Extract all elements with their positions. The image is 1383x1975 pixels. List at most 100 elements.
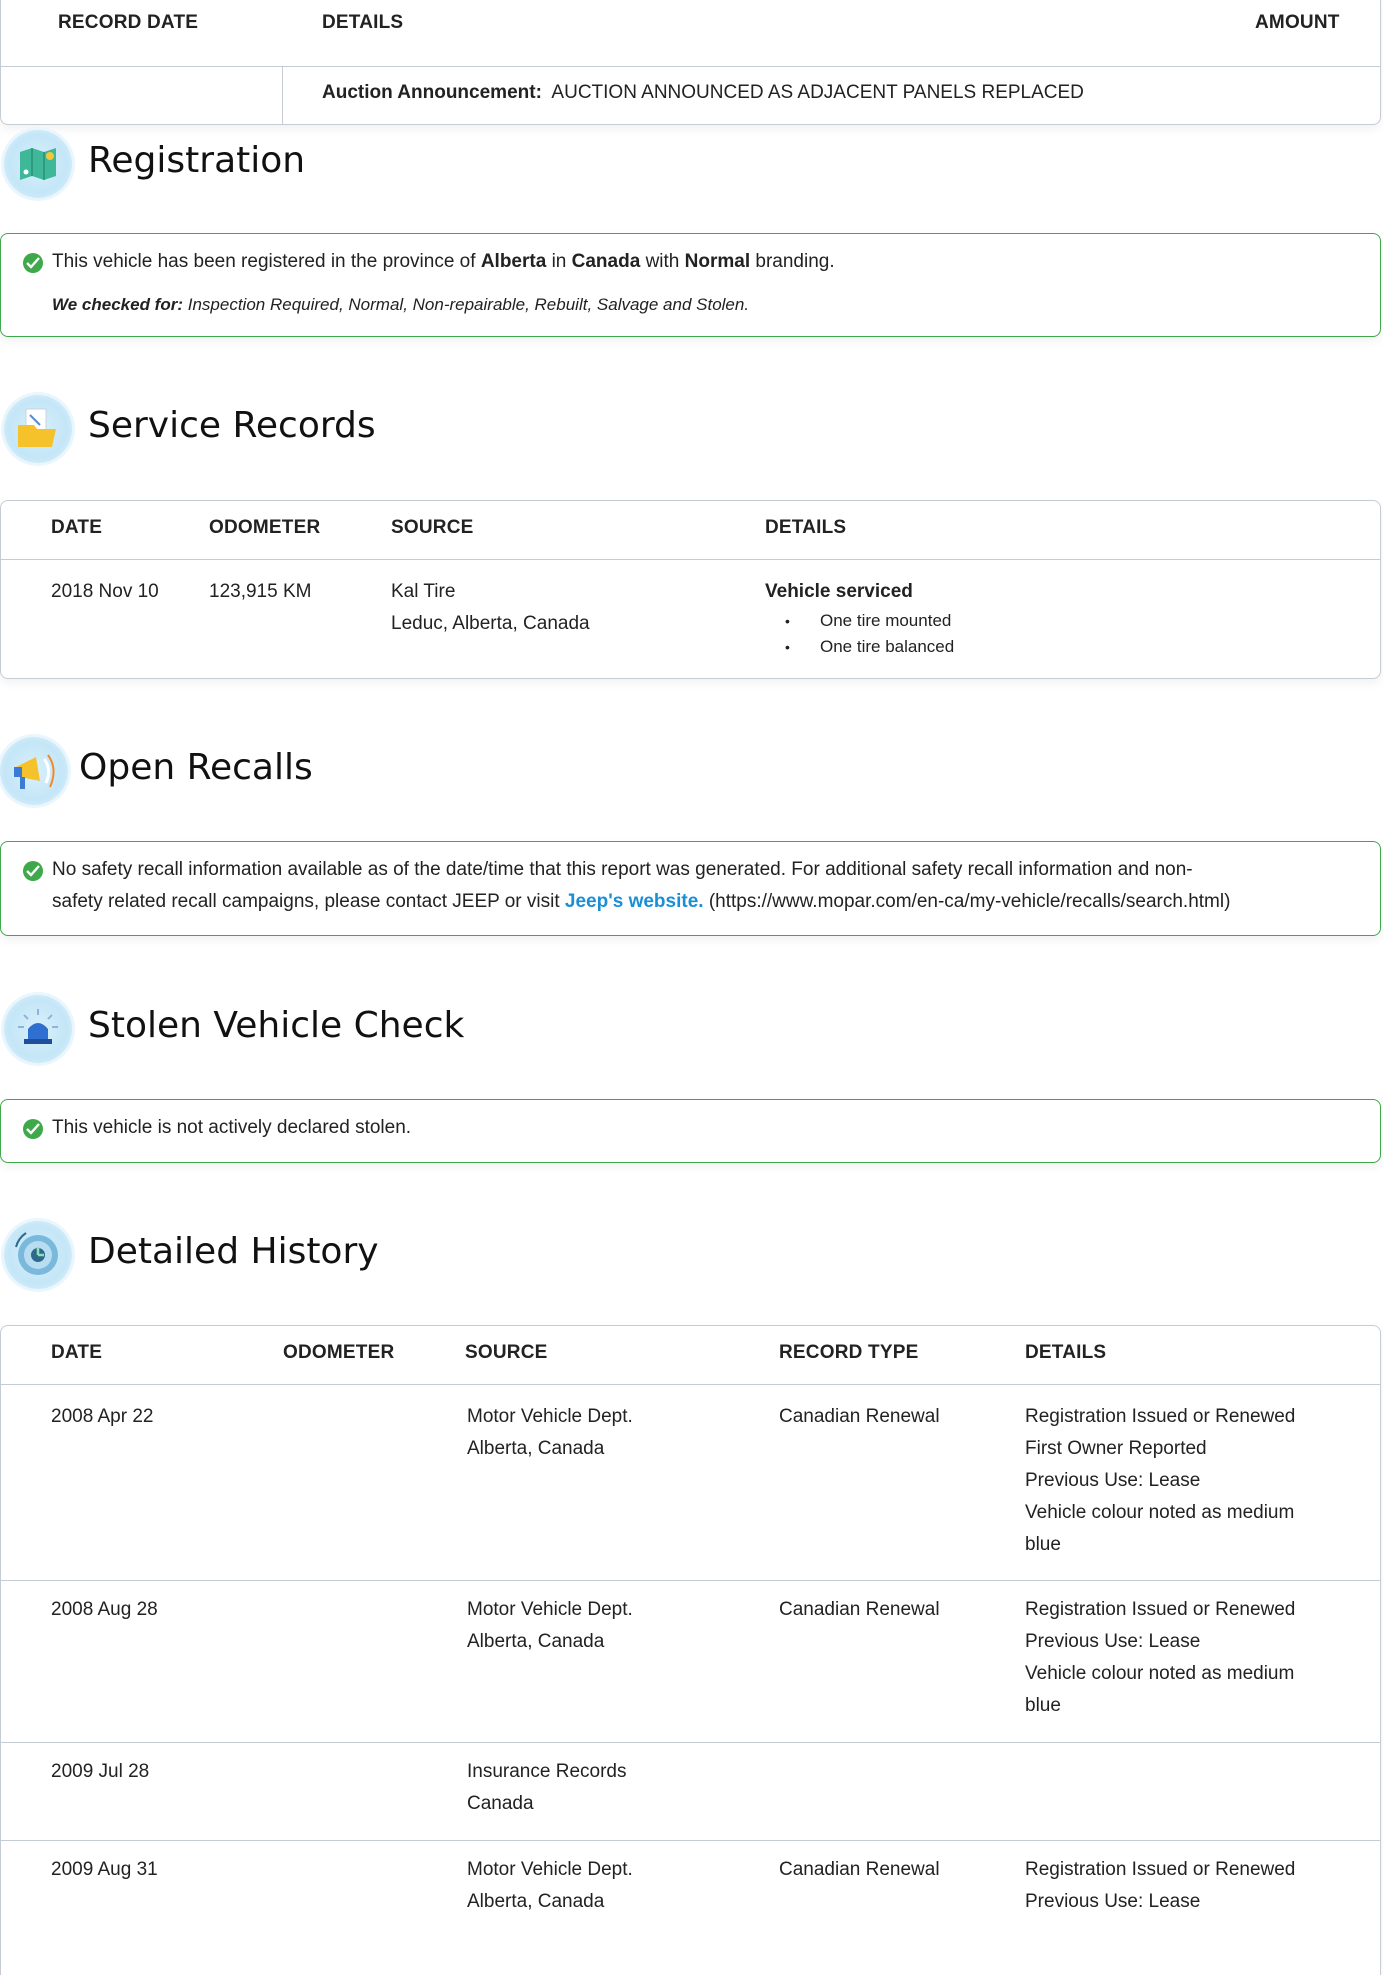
detailed-history-table: DATE ODOMETER SOURCE RECORD TYPE DETAILS… bbox=[0, 1325, 1381, 1975]
col-header-odometer: ODOMETER bbox=[283, 1342, 395, 1363]
history-detail-line: First Owner Reported bbox=[1025, 1438, 1207, 1459]
history-detail-line: Previous Use: Lease bbox=[1025, 1470, 1201, 1491]
registration-province: Alberta bbox=[480, 251, 547, 272]
registration-card: This vehicle has been registered in the … bbox=[0, 233, 1381, 337]
history-source-location: Alberta, Canada bbox=[467, 1438, 605, 1459]
row-divider bbox=[1, 1742, 1380, 1743]
auction-label: Auction Announcement: bbox=[322, 82, 542, 103]
history-detail-line: Registration Issued or Renewed bbox=[1025, 1406, 1296, 1427]
col-header-details: DETAILS bbox=[322, 12, 404, 33]
history-detail-line: Registration Issued or Renewed bbox=[1025, 1859, 1296, 1880]
recall-text: No safety recall information available a… bbox=[52, 854, 1382, 918]
history-detail-line: blue bbox=[1025, 1695, 1061, 1716]
section-title: Service Records bbox=[88, 405, 376, 446]
service-details: Vehicle serviced One tire mounted One ti… bbox=[765, 576, 954, 660]
section-title: Stolen Vehicle Check bbox=[88, 1005, 465, 1046]
auction-text: AUCTION ANNOUNCED AS ADJACENT PANELS REP… bbox=[551, 82, 1084, 103]
auction-announcement-row: Auction Announcement: AUCTION ANNOUNCED … bbox=[322, 77, 1084, 109]
jeep-website-link[interactable]: Jeep's website. bbox=[565, 891, 704, 912]
registration-prefix: This vehicle has been registered in the … bbox=[52, 251, 476, 272]
col-header-record-type: RECORD TYPE bbox=[779, 1342, 919, 1363]
registration-country: Canada bbox=[571, 251, 641, 272]
folder-icon bbox=[4, 395, 72, 463]
checked-for-label: We checked for: bbox=[52, 295, 184, 314]
column-divider bbox=[282, 66, 283, 124]
service-odometer: 123,915 KM bbox=[209, 581, 312, 602]
service-source: Kal Tire Leduc, Alberta, Canada bbox=[391, 576, 590, 640]
open-recalls-card: No safety recall information available a… bbox=[0, 841, 1381, 936]
history-detail-line: Previous Use: Lease bbox=[1025, 1891, 1201, 1912]
history-source-name: Motor Vehicle Dept. bbox=[467, 1599, 633, 1620]
megaphone-icon bbox=[0, 737, 68, 805]
registration-text: This vehicle has been registered in the … bbox=[52, 246, 835, 278]
recall-line-2: safety related recall campaigns, please … bbox=[52, 886, 1382, 918]
history-details: Registration Issued or Renewed First Own… bbox=[1025, 1401, 1295, 1561]
service-records-table: DATE ODOMETER SOURCE DETAILS 2018 Nov 10… bbox=[0, 500, 1381, 679]
history-date: 2009 Jul 28 bbox=[51, 1761, 150, 1782]
history-source: Motor Vehicle Dept. Alberta, Canada bbox=[467, 1594, 633, 1658]
history-source-location: Alberta, Canada bbox=[467, 1631, 605, 1652]
col-header-date: DATE bbox=[51, 1342, 103, 1363]
service-source-location: Leduc, Alberta, Canada bbox=[391, 613, 590, 634]
history-record-type: Canadian Renewal bbox=[779, 1406, 940, 1427]
check-circle-icon bbox=[23, 1119, 43, 1139]
row-divider bbox=[1, 1840, 1380, 1841]
stolen-check-card: This vehicle is not actively declared st… bbox=[0, 1099, 1381, 1163]
check-circle-icon bbox=[23, 253, 43, 273]
checked-for-text: We checked for: Inspection Required, Nor… bbox=[52, 289, 749, 321]
check-circle-icon bbox=[23, 861, 43, 881]
history-detail-line: Registration Issued or Renewed bbox=[1025, 1599, 1296, 1620]
history-date: 2009 Aug 31 bbox=[51, 1859, 158, 1880]
divider bbox=[1, 1384, 1380, 1385]
history-source-location: Canada bbox=[467, 1793, 534, 1814]
registration-branding: Normal bbox=[684, 251, 751, 272]
col-header-date: DATE bbox=[51, 517, 103, 538]
list-item: One tire mounted bbox=[765, 608, 954, 634]
col-header-details: DETAILS bbox=[765, 517, 847, 538]
list-item: One tire balanced bbox=[765, 634, 954, 660]
history-source-name: Motor Vehicle Dept. bbox=[467, 1859, 633, 1880]
history-source: Motor Vehicle Dept. Alberta, Canada bbox=[467, 1854, 633, 1918]
col-header-source: SOURCE bbox=[465, 1342, 548, 1363]
history-date: 2008 Apr 22 bbox=[51, 1406, 154, 1427]
history-details: Registration Issued or Renewed Previous … bbox=[1025, 1854, 1295, 1918]
service-detail-list: One tire mounted One tire balanced bbox=[765, 608, 954, 660]
registration-with: with bbox=[645, 251, 680, 272]
divider bbox=[1, 559, 1380, 560]
section-title: Registration bbox=[88, 140, 306, 181]
recall-url-text: (https://www.mopar.com/en-ca/my-vehicle/… bbox=[708, 891, 1231, 912]
service-date: 2018 Nov 10 bbox=[51, 581, 159, 602]
col-header-odometer: ODOMETER bbox=[209, 517, 321, 538]
history-detail-line: Vehicle colour noted as medium bbox=[1025, 1663, 1295, 1684]
divider bbox=[1, 66, 1380, 67]
history-source-location: Alberta, Canada bbox=[467, 1891, 605, 1912]
service-detail-title: Vehicle serviced bbox=[765, 581, 913, 602]
service-source-name: Kal Tire bbox=[391, 581, 456, 602]
registration-in: in bbox=[551, 251, 567, 272]
clock-history-icon bbox=[4, 1221, 72, 1289]
history-detail-line: blue bbox=[1025, 1534, 1061, 1555]
stolen-check-text: This vehicle is not actively declared st… bbox=[52, 1117, 412, 1138]
row-divider bbox=[1, 1580, 1380, 1581]
registration-suffix: branding. bbox=[755, 251, 835, 272]
history-detail-line: Previous Use: Lease bbox=[1025, 1631, 1201, 1652]
history-source: Insurance Records Canada bbox=[467, 1756, 626, 1820]
section-title: Detailed History bbox=[88, 1231, 379, 1272]
history-details: Registration Issued or Renewed Previous … bbox=[1025, 1594, 1295, 1722]
history-record-type: Canadian Renewal bbox=[779, 1599, 940, 1620]
history-source-name: Motor Vehicle Dept. bbox=[467, 1406, 633, 1427]
history-detail-line: Vehicle colour noted as medium bbox=[1025, 1502, 1295, 1523]
auction-table: RECORD DATE DETAILS AMOUNT Auction Annou… bbox=[0, 0, 1381, 125]
map-icon bbox=[4, 130, 72, 198]
checked-for-list: Inspection Required, Normal, Non-repaira… bbox=[187, 295, 750, 314]
col-header-source: SOURCE bbox=[391, 517, 474, 538]
history-record-type: Canadian Renewal bbox=[779, 1859, 940, 1880]
col-header-details: DETAILS bbox=[1025, 1342, 1107, 1363]
col-header-record-date: RECORD DATE bbox=[58, 12, 199, 33]
police-siren-icon bbox=[4, 995, 72, 1063]
section-title: Open Recalls bbox=[79, 747, 313, 788]
recall-line-1: No safety recall information available a… bbox=[52, 859, 1193, 880]
history-date: 2008 Aug 28 bbox=[51, 1599, 158, 1620]
history-source-name: Insurance Records bbox=[467, 1761, 627, 1782]
col-header-amount: AMOUNT bbox=[1255, 12, 1340, 33]
